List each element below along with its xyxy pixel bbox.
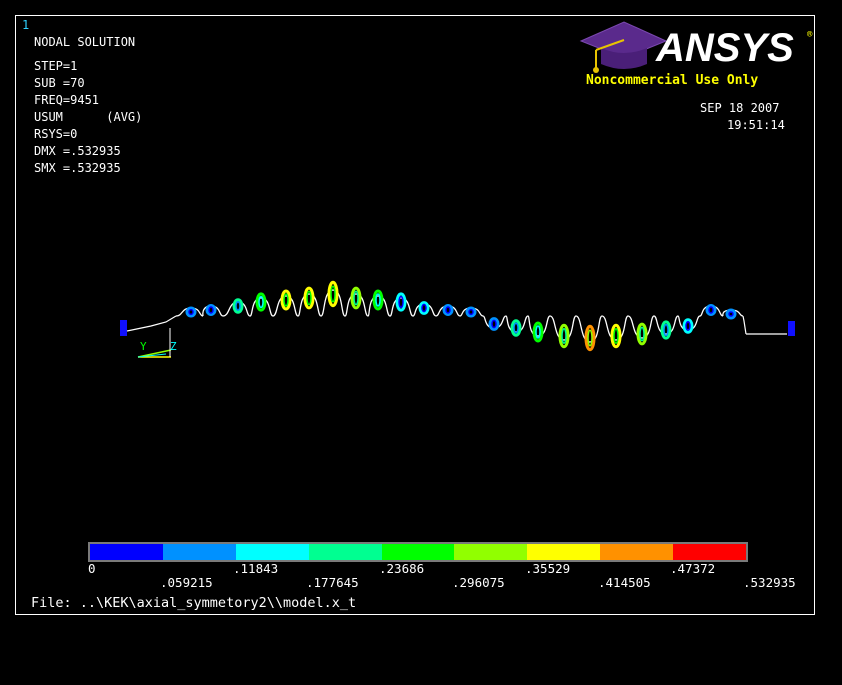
legend-color-segment — [527, 544, 601, 560]
legend-label: .532935 — [743, 575, 796, 590]
legend-color-segment — [90, 544, 163, 560]
plot-time: 19:51:14 — [727, 118, 785, 132]
legend-color-segment — [308, 544, 382, 560]
legend-label: .059215 — [160, 575, 213, 590]
legend-label: .23686 — [379, 561, 425, 576]
license-notice: Noncommercial Use Only — [586, 73, 759, 88]
legend-label: .296075 — [452, 575, 505, 590]
legend-label: .47372 — [670, 561, 716, 576]
legend-color-segment — [235, 544, 309, 560]
file-path: File: ..\KEK\axial_symmetory2\\model.x_t — [31, 595, 357, 611]
legend-color-segment — [454, 544, 528, 560]
left-stub — [126, 315, 177, 332]
triad-y-label: Y — [140, 340, 147, 353]
right-flange — [788, 321, 795, 336]
model-plot-canvas — [120, 21, 795, 358]
ansys-logo: ANSYS — [656, 26, 794, 70]
legend-label: 0 — [88, 561, 96, 576]
plot-date: SEP 18 2007 — [700, 101, 780, 115]
legend-label: .177645 — [306, 575, 359, 590]
graphics-window[interactable]: 1 NODAL SOLUTION STEP=1 SUB =70 FREQ=945… — [15, 15, 815, 615]
legend-color-segment — [600, 544, 674, 560]
legend-label: .11843 — [233, 561, 279, 576]
legend-color-segment — [162, 544, 236, 560]
left-flange — [120, 320, 127, 336]
contour-legend-bar — [88, 542, 748, 562]
legend-color-segment — [673, 544, 747, 560]
registered-mark: ® — [807, 30, 813, 40]
deformed-mode-shape — [175, 280, 747, 352]
legend-label: .35529 — [525, 561, 571, 576]
graduation-cap-icon — [579, 21, 668, 73]
legend-color-segment — [381, 544, 455, 560]
legend-label: .414505 — [598, 575, 651, 590]
triad-z-label: Z — [170, 340, 177, 353]
